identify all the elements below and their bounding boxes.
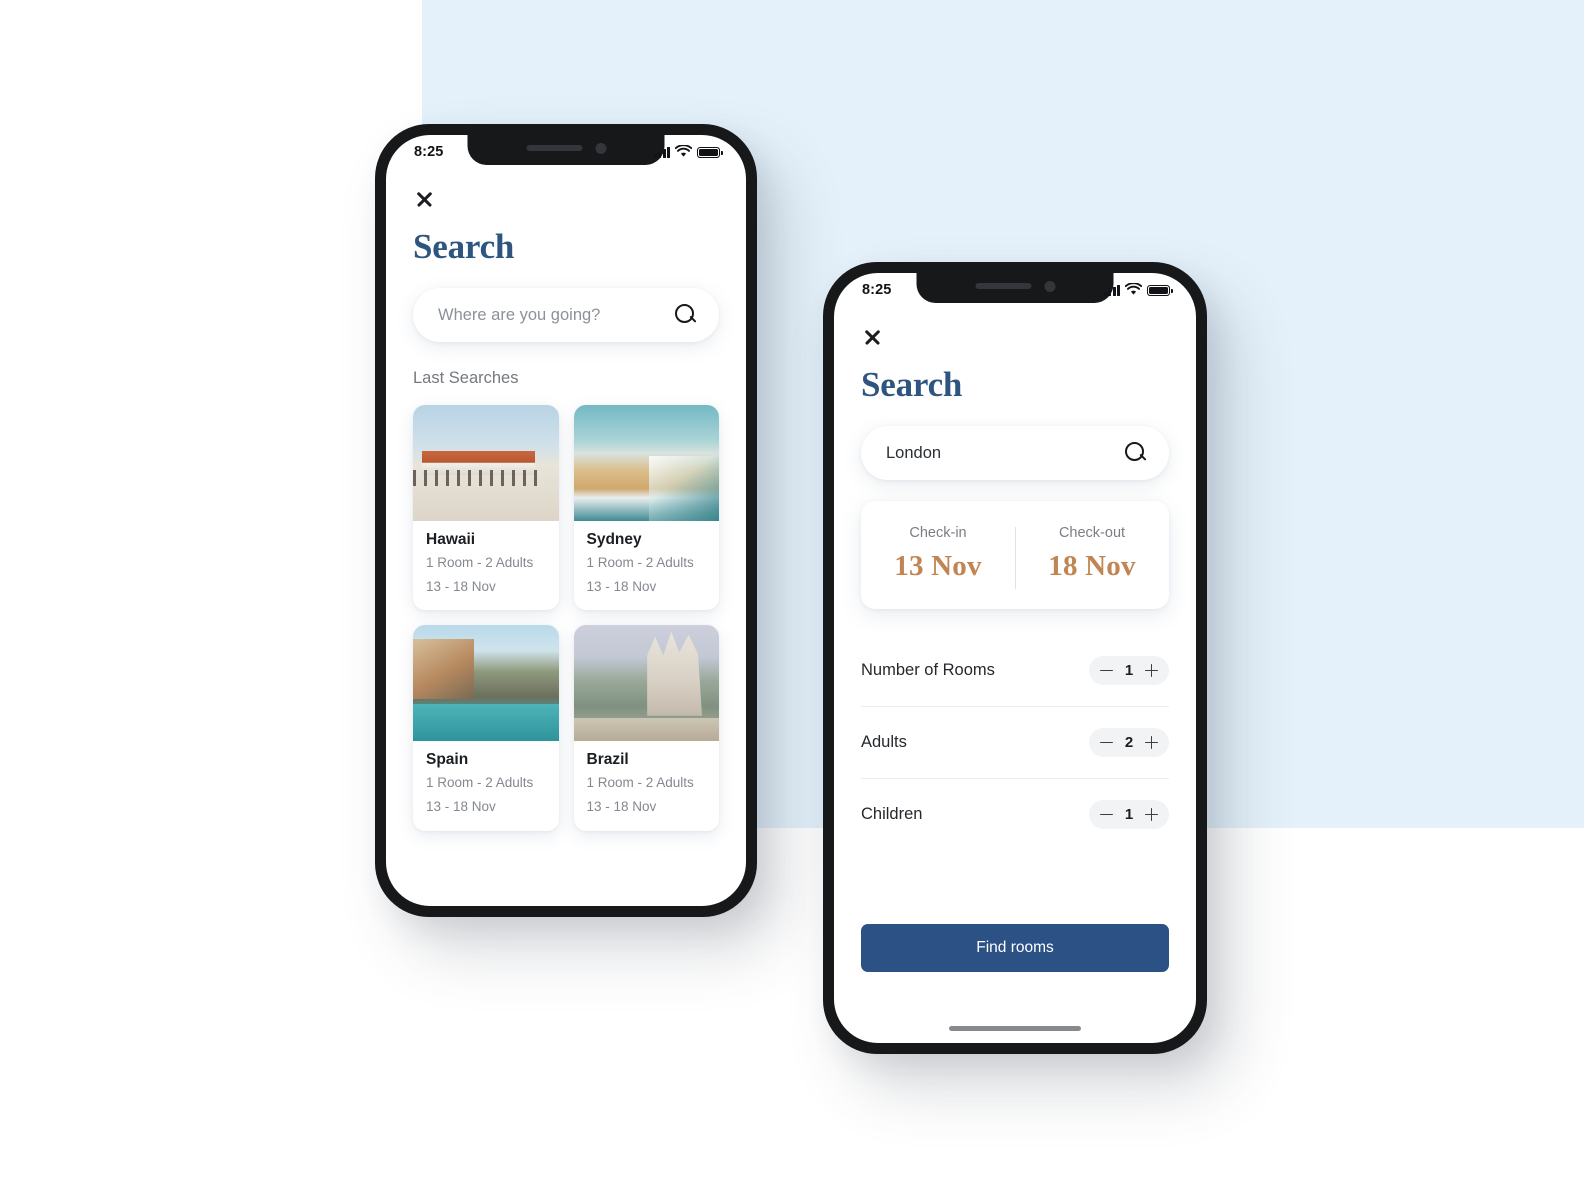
list-item[interactable]: Hawaii 1 Room - 2 Adults 13 - 18 Nov: [413, 405, 559, 611]
signal-bars-icon: [653, 146, 670, 158]
find-rooms-button[interactable]: Find rooms: [861, 924, 1169, 972]
destination-guests: 1 Room - 2 Adults: [586, 555, 694, 570]
destination-info: Brazil 1 Room - 2 Adults 13 - 18 Nov: [574, 741, 720, 830]
destination-dates: 13 - 18 Nov: [426, 578, 496, 594]
destination-info: Sydney 1 Room - 2 Adults 13 - 18 Nov: [574, 521, 720, 610]
checkin-date-picker[interactable]: Check-in 13 Nov: [861, 525, 1015, 583]
destination-dates: 13 - 18 Nov: [586, 798, 657, 814]
phone2-status-bar: 8:25: [834, 273, 1196, 303]
quantity-stepper: 1: [1089, 800, 1169, 829]
children-value: 1: [1124, 806, 1134, 823]
destination-dates: 13 - 18 Nov: [586, 578, 657, 594]
page-title: Search: [413, 227, 515, 266]
quantity-stepper: 1: [1089, 656, 1169, 685]
wifi-icon: [1125, 283, 1142, 295]
wifi-icon: [675, 145, 692, 157]
status-icon-group: [653, 145, 723, 158]
children-label: Children: [861, 805, 923, 823]
close-icon[interactable]: [413, 187, 437, 211]
phone1-status-bar: 8:25: [386, 135, 746, 165]
destination-name: Spain: [426, 751, 469, 769]
search-icon[interactable]: [1125, 442, 1147, 464]
destination-name: Brazil: [586, 751, 629, 769]
adults-label: Adults: [861, 733, 907, 751]
rooms-value: 1: [1124, 662, 1134, 679]
destination-info: Spain 1 Room - 2 Adults 13 - 18 Nov: [413, 741, 559, 830]
background-white-bottom: [0, 828, 1584, 1188]
date-range-panel: Check-in 13 Nov Check-out 18 Nov: [861, 501, 1169, 609]
search-input[interactable]: Where are you going?: [413, 288, 719, 342]
destination-thumbnail: [413, 405, 559, 521]
destination-guests: 1 Room - 2 Adults: [426, 775, 534, 791]
phone2-screen: 8:25 Search London Check-in 13 Nov Check…: [834, 273, 1196, 1043]
minus-icon[interactable]: [1100, 736, 1113, 749]
checkin-value: 13 Nov: [894, 550, 982, 582]
phone-mockup-search-filled: 8:25 Search London Check-in 13 Nov Check…: [823, 262, 1207, 1054]
destination-thumbnail: [413, 625, 559, 742]
destination-info: Hawaii 1 Room - 2 Adults 13 - 18 Nov: [413, 521, 559, 610]
stepper-row-adults: Adults 2: [861, 707, 1169, 779]
rooms-label: Number of Rooms: [861, 661, 995, 679]
stepper-row-children: Children 1: [861, 779, 1169, 850]
last-searches-grid: Hawaii 1 Room - 2 Adults 13 - 18 Nov Syd…: [413, 405, 719, 831]
search-input-value: London: [886, 443, 942, 462]
destination-thumbnail: [573, 625, 719, 742]
status-time: 8:25: [414, 143, 444, 160]
phone2-content: Search London Check-in 13 Nov Check-out …: [834, 325, 1196, 850]
minus-icon[interactable]: [1100, 808, 1113, 821]
plus-icon[interactable]: [1145, 664, 1158, 677]
destination-name: Hawaii: [426, 531, 476, 548]
close-icon[interactable]: [861, 325, 885, 349]
checkout-label: Check-out: [1058, 525, 1126, 541]
quantity-stepper: 2: [1089, 728, 1169, 757]
search-icon[interactable]: [675, 304, 697, 326]
checkout-date-picker[interactable]: Check-out 18 Nov: [1015, 525, 1169, 589]
adults-value: 2: [1124, 734, 1134, 751]
list-item[interactable]: Sydney 1 Room - 2 Adults 13 - 18 Nov: [573, 405, 720, 611]
list-item[interactable]: Spain 1 Room - 2 Adults 13 - 18 Nov: [413, 625, 559, 831]
plus-icon[interactable]: [1145, 808, 1158, 821]
search-input[interactable]: London: [861, 426, 1169, 480]
minus-icon[interactable]: [1100, 664, 1113, 677]
home-indicator[interactable]: [949, 1026, 1081, 1031]
phone1-screen: 8:25 Search Where are you going? Last Se…: [386, 135, 746, 906]
status-icon-group: [1103, 283, 1173, 296]
checkout-value: 18 Nov: [1048, 550, 1136, 582]
phone-mockup-search-empty: 8:25 Search Where are you going? Last Se…: [375, 124, 757, 917]
battery-icon: [697, 146, 723, 158]
destination-name: Sydney: [586, 531, 642, 548]
destination-thumbnail: [573, 405, 719, 521]
battery-icon: [1147, 284, 1173, 296]
plus-icon[interactable]: [1145, 736, 1158, 749]
occupancy-list: Number of Rooms 1 Adults 2 Children 1: [861, 635, 1169, 850]
destination-guests: 1 Room - 2 Adults: [586, 775, 694, 791]
checkin-label: Check-in: [909, 525, 967, 541]
signal-bars-icon: [1103, 284, 1120, 296]
stepper-row-rooms: Number of Rooms 1: [861, 635, 1169, 707]
phone1-content: Search Where are you going? Last Searche…: [386, 187, 746, 831]
page-title: Search: [861, 365, 963, 404]
search-input-placeholder: Where are you going?: [438, 305, 601, 324]
status-time: 8:25: [862, 281, 892, 298]
destination-guests: 1 Room - 2 Adults: [426, 555, 534, 570]
list-item[interactable]: Brazil 1 Room - 2 Adults 13 - 18 Nov: [573, 625, 720, 831]
last-searches-label: Last Searches: [413, 369, 519, 387]
destination-dates: 13 - 18 Nov: [426, 798, 496, 814]
